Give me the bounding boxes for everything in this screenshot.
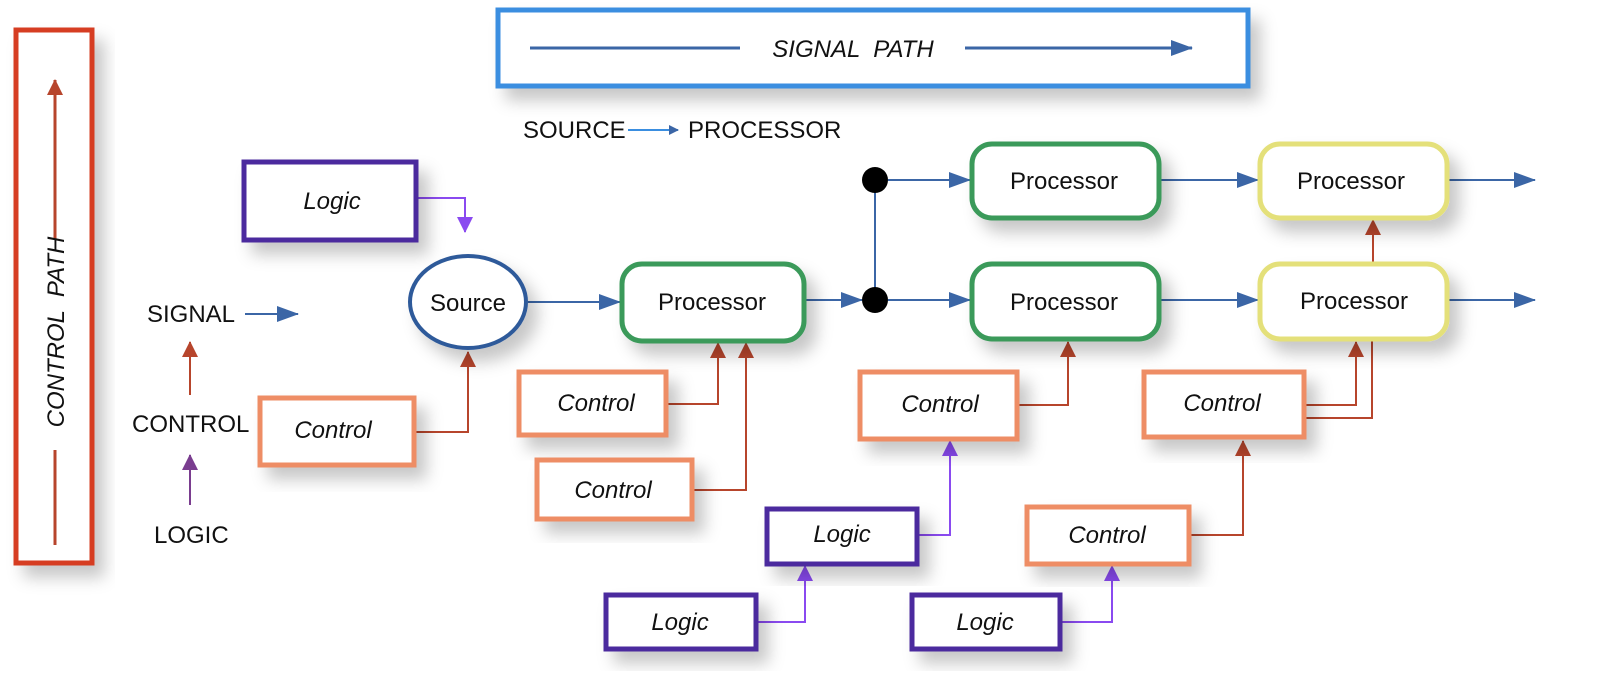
- control-box-4: Control: [857, 369, 1020, 442]
- logic-box-3: Logic: [603, 592, 759, 652]
- control6-arrow: [1190, 440, 1251, 536]
- processor-label: Processor: [1300, 288, 1408, 315]
- logic-box-4: Logic: [909, 592, 1063, 652]
- legend-signal-label: SIGNAL: [147, 301, 235, 328]
- legend-processor-label: PROCESSOR: [688, 117, 841, 144]
- logic-box-1: Logic: [241, 159, 419, 243]
- control-label: Control: [574, 477, 652, 504]
- control-box-3: Control: [534, 457, 695, 522]
- control-box-6: Control: [1024, 504, 1192, 567]
- processor-node-1: Processor: [619, 261, 807, 344]
- signal-path-box: SIGNAL PATH: [495, 7, 1251, 89]
- control5-arrow: [1305, 341, 1364, 406]
- logic4-arrow: [1060, 565, 1120, 623]
- logic-label: Logic: [956, 609, 1013, 636]
- source-node: Source: [408, 254, 528, 350]
- logic-label: Logic: [813, 521, 870, 548]
- logic1-to-source-arrow: [418, 197, 473, 233]
- logic-label: Logic: [651, 609, 708, 636]
- legend-control-label: CONTROL: [132, 411, 249, 438]
- control-label: Control: [901, 391, 979, 418]
- signal-path-label: SIGNAL PATH: [772, 36, 934, 63]
- control-box-2: Control: [516, 369, 669, 438]
- processor-label: Processor: [1010, 289, 1118, 316]
- control4-arrow: [1018, 341, 1076, 406]
- logic-label: Logic: [303, 188, 360, 215]
- logic3-arrow: [757, 565, 813, 623]
- processor-node-bottom-green: Processor: [969, 261, 1162, 342]
- control-label: Control: [1183, 390, 1261, 417]
- processor-label: Processor: [1297, 168, 1405, 195]
- control-box-1: Control: [257, 395, 417, 468]
- legend-source-label: SOURCE: [523, 117, 626, 144]
- logic-box-2: Logic: [764, 506, 920, 567]
- junction-dot-bottom: [862, 287, 888, 313]
- signal-control-diagram: CONTROL PATH SIGNAL PATH SOURCE PROCESSO…: [13, 7, 1536, 652]
- control-path-box: CONTROL PATH: [13, 27, 95, 566]
- processor-label: Processor: [1010, 168, 1118, 195]
- processor-node-bottom-yellow: Processor: [1257, 261, 1450, 342]
- processor-label: Processor: [658, 289, 766, 316]
- control5-second-line: [1305, 340, 1373, 419]
- control2-arrow: [667, 342, 726, 405]
- control-path-label: CONTROL PATH: [43, 236, 70, 427]
- control3-arrow: [693, 342, 754, 491]
- source-label: Source: [430, 290, 506, 317]
- control-label: Control: [294, 417, 372, 444]
- control1-to-source-arrow: [415, 351, 476, 433]
- legend-logic-label: LOGIC: [154, 522, 229, 549]
- processor-node-top-yellow: Processor: [1257, 141, 1450, 221]
- control-box-5: Control: [1141, 369, 1307, 440]
- control-label: Control: [557, 390, 635, 417]
- control-label: Control: [1068, 522, 1146, 549]
- processor-node-top-green: Processor: [969, 141, 1162, 221]
- logic2-arrow: [918, 440, 958, 536]
- junction-dot-top: [862, 167, 888, 193]
